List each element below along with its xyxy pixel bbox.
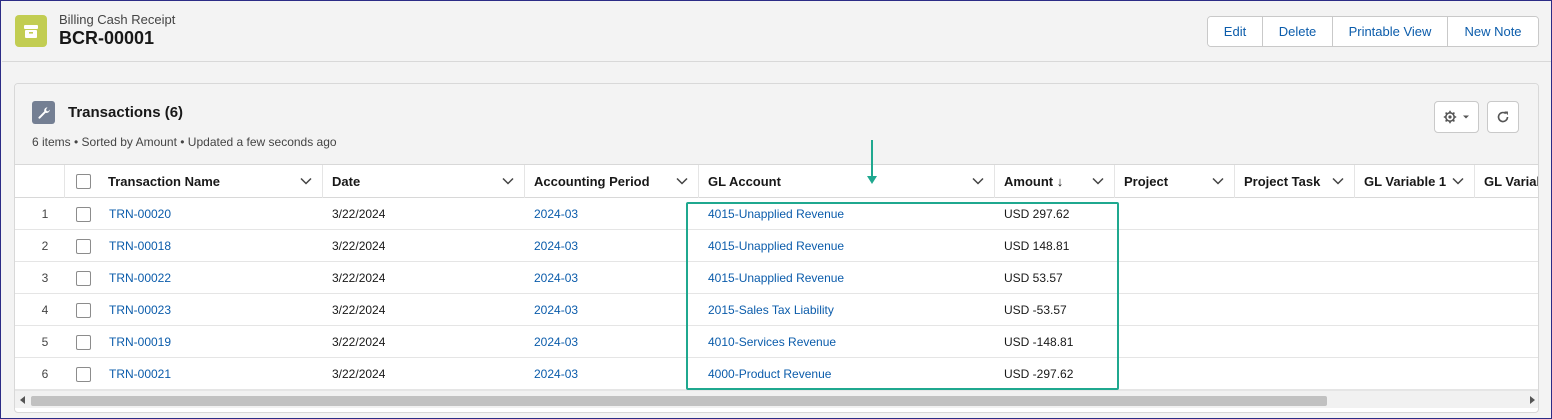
receipt-box-icon [15, 15, 47, 47]
scrollbar-thumb[interactable] [31, 396, 1327, 406]
date-cell: 3/22/2024 [332, 207, 386, 221]
column-header-accounting-period[interactable]: Accounting Period [525, 165, 699, 198]
delete-button[interactable]: Delete [1263, 17, 1333, 46]
accounting-period-link[interactable]: 2024-03 [534, 326, 578, 358]
chevron-down-icon[interactable] [300, 176, 312, 186]
accounting-period-link[interactable]: 2024-03 [534, 198, 578, 230]
card-header: Transactions (6) 6 items • Sorted by Amo… [15, 84, 1538, 164]
date-cell: 3/22/2024 [332, 271, 386, 285]
transaction-name-link[interactable]: TRN-00018 [109, 230, 171, 262]
chevron-down-icon[interactable] [676, 176, 688, 186]
record-name: BCR-00001 [59, 28, 155, 48]
row-number: 1 [41, 207, 49, 221]
window-frame: Billing Cash Receipt BCR-00001 Edit Dele… [0, 0, 1552, 419]
row-checkbox[interactable] [76, 303, 91, 318]
accounting-period-link[interactable]: 2024-03 [534, 294, 578, 326]
accounting-period-link[interactable]: 2024-03 [534, 262, 578, 294]
row-number: 2 [41, 239, 49, 253]
refresh-button[interactable] [1487, 101, 1519, 133]
transaction-name-link[interactable]: TRN-00022 [109, 262, 171, 294]
column-header-gl-account[interactable]: GL Account [699, 165, 995, 198]
accounting-period-link[interactable]: 2024-03 [534, 230, 578, 262]
column-header-project[interactable]: Project [1115, 165, 1235, 198]
edit-button[interactable]: Edit [1208, 17, 1263, 46]
date-cell: 3/22/2024 [332, 303, 386, 317]
gl-amount-highlight-box [686, 202, 1119, 390]
date-cell: 3/22/2024 [332, 335, 386, 349]
row-number: 5 [41, 335, 49, 349]
accounting-period-link[interactable]: 2024-03 [534, 358, 578, 390]
transaction-name-link[interactable]: TRN-00019 [109, 326, 171, 358]
annotation-arrow-icon [867, 140, 877, 184]
row-number: 4 [41, 303, 49, 317]
wrench-icon [32, 101, 55, 124]
column-header-transaction-name[interactable]: Transaction Name [99, 165, 323, 198]
refresh-icon [1497, 111, 1509, 123]
record-header: Billing Cash Receipt BCR-00001 Edit Dele… [2, 2, 1551, 62]
row-checkbox[interactable] [76, 367, 91, 382]
row-checkbox[interactable] [76, 335, 91, 350]
date-cell: 3/22/2024 [332, 239, 386, 253]
date-cell: 3/22/2024 [332, 367, 386, 381]
scroll-left-icon[interactable] [17, 393, 29, 407]
action-buttons: Edit Delete Printable View New Note [1207, 16, 1539, 47]
chevron-down-icon[interactable] [1092, 176, 1104, 186]
chevron-down-icon[interactable] [1332, 176, 1344, 186]
column-header-project-task[interactable]: Project Task [1235, 165, 1355, 198]
list-settings-button[interactable] [1434, 101, 1479, 133]
transaction-name-link[interactable]: TRN-00021 [109, 358, 171, 390]
transaction-name-link[interactable]: TRN-00023 [109, 294, 171, 326]
row-checkbox[interactable] [76, 207, 91, 222]
chevron-down-icon[interactable] [972, 176, 984, 186]
chevron-down-icon[interactable] [502, 176, 514, 186]
object-label: Billing Cash Receipt [59, 12, 176, 27]
select-all-checkbox[interactable] [76, 174, 91, 189]
gear-icon [1443, 110, 1457, 124]
scroll-right-icon[interactable] [1526, 393, 1538, 407]
column-header-date[interactable]: Date [323, 165, 525, 198]
printable-view-button[interactable]: Printable View [1333, 17, 1448, 46]
column-header-gl-variable-2[interactable]: GL Variab [1475, 165, 1538, 198]
row-checkbox[interactable] [76, 271, 91, 286]
horizontal-scrollbar[interactable] [15, 390, 1538, 408]
list-meta: 6 items • Sorted by Amount • Updated a f… [32, 135, 337, 149]
chevron-down-icon [1463, 115, 1469, 119]
column-header-amount[interactable]: Amount ↓ [995, 165, 1115, 198]
row-number-header [15, 165, 65, 198]
row-checkbox[interactable] [76, 239, 91, 254]
row-number: 6 [41, 367, 49, 381]
column-header-gl-variable-1[interactable]: GL Variable 1 [1355, 165, 1475, 198]
new-note-button[interactable]: New Note [1448, 17, 1538, 46]
card-title: Transactions (6) [68, 104, 184, 121]
chevron-down-icon[interactable] [1212, 176, 1224, 186]
chevron-down-icon[interactable] [1452, 176, 1464, 186]
table-header: Transaction Name Date Accounting Period … [15, 164, 1538, 198]
transaction-name-link[interactable]: TRN-00020 [109, 198, 171, 230]
select-all-header [65, 165, 103, 198]
row-number: 3 [41, 271, 49, 285]
